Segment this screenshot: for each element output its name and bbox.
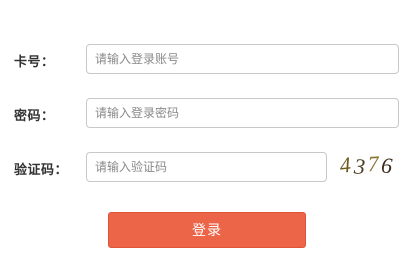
password-input[interactable] (86, 98, 399, 128)
card-number-input[interactable] (86, 44, 399, 74)
captcha-char-1: 4 (338, 152, 352, 178)
captcha-char-3: 7 (367, 151, 380, 177)
captcha-image[interactable]: 4 3 7 6 (338, 148, 398, 180)
card-label: 卡号： (14, 55, 55, 70)
login-form: 卡号： 密码： 验证码： 4 3 7 6 登录 (0, 0, 418, 269)
captcha-input[interactable] (86, 152, 327, 182)
captcha-char-2: 3 (352, 153, 366, 179)
captcha-label: 验证码： (14, 163, 69, 178)
captcha-char-4: 6 (380, 152, 393, 178)
password-label: 密码： (14, 109, 55, 124)
login-button[interactable]: 登录 (108, 212, 306, 248)
